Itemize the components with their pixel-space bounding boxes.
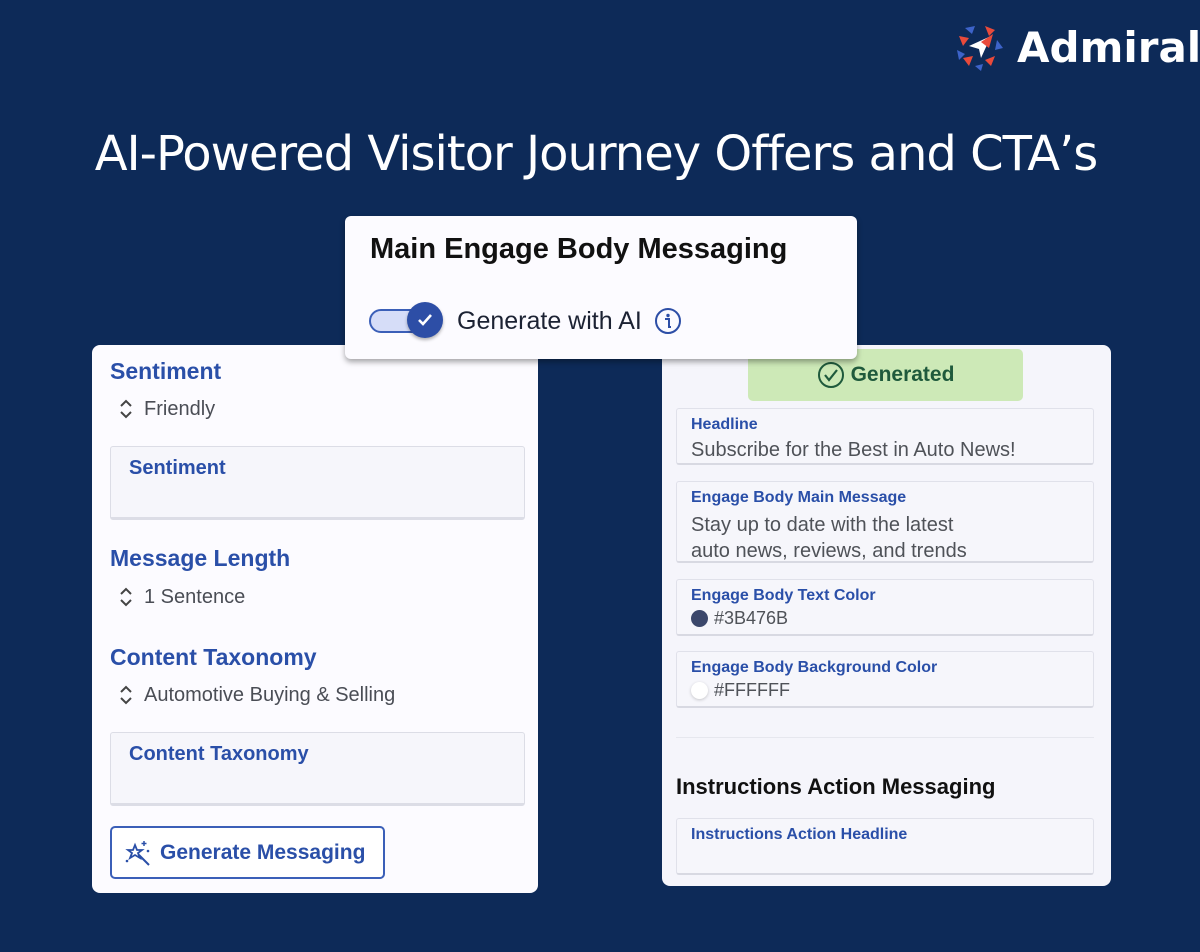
message-length-selected: 1 Sentence bbox=[144, 585, 246, 608]
instructions-headline-label: Instructions Action Headline bbox=[691, 826, 908, 843]
sentiment-select[interactable]: Friendly bbox=[118, 397, 215, 421]
main-engage-card: Main Engage Body Messaging Generate with… bbox=[345, 216, 857, 359]
headline-field[interactable]: Headline Subscribe for the Best in Auto … bbox=[676, 408, 1094, 465]
generate-messaging-label: Generate Messaging bbox=[160, 840, 366, 864]
chevron-up-down-icon bbox=[120, 587, 132, 607]
background-color-field[interactable]: Engage Body Background Color #FFFFFF bbox=[676, 651, 1094, 708]
main-message-field-label: Engage Body Main Message bbox=[691, 489, 907, 506]
generated-status-label: Generated bbox=[850, 363, 955, 386]
background-color-value: #FFFFFF bbox=[714, 680, 790, 700]
content-taxonomy-field[interactable]: Content Taxonomy bbox=[110, 732, 525, 806]
page-headline: AI-Powered Visitor Journey Offers and CT… bbox=[94, 126, 1099, 182]
toggle-knob bbox=[407, 302, 443, 338]
sentiment-selected: Friendly bbox=[144, 397, 216, 420]
headline-field-value: Subscribe for the Best in Auto News! bbox=[691, 439, 1016, 461]
sentiment-field-label: Sentiment bbox=[129, 457, 226, 479]
text-color-swatch[interactable] bbox=[691, 610, 708, 627]
admiral-logo-icon bbox=[957, 26, 1003, 71]
generate-with-ai-row: Generate with AI bbox=[369, 302, 682, 340]
section-divider bbox=[676, 737, 1094, 738]
check-circle-icon bbox=[817, 362, 844, 388]
main-message-line-1: Stay up to date with the latest bbox=[691, 514, 954, 536]
chevron-up-down-icon bbox=[120, 399, 132, 419]
message-length-select[interactable]: 1 Sentence bbox=[118, 585, 245, 609]
chevron-up-down-icon bbox=[120, 685, 132, 705]
headline-field-label: Headline bbox=[691, 416, 758, 433]
ai-settings-panel: Sentiment Friendly Sentiment Message Len… bbox=[92, 345, 538, 893]
main-message-line-2: auto news, reviews, and trends bbox=[691, 540, 967, 562]
message-length-title: Message Length bbox=[110, 545, 291, 571]
background-color-field-label: Engage Body Background Color bbox=[691, 659, 938, 676]
main-message-field[interactable]: Engage Body Main Message Stay up to date… bbox=[676, 481, 1094, 563]
admiral-logo: Admiral bbox=[955, 22, 1200, 72]
generate-messaging-button[interactable]: Generate Messaging bbox=[110, 826, 385, 879]
check-icon bbox=[418, 314, 432, 326]
instructions-heading: Instructions Action Messaging bbox=[676, 774, 996, 799]
background-color-swatch[interactable] bbox=[691, 682, 708, 699]
generated-content-panel: Generated Headline Subscribe for the Bes… bbox=[662, 345, 1111, 886]
text-color-field[interactable]: Engage Body Text Color #3B476B bbox=[676, 579, 1094, 636]
text-color-value: #3B476B bbox=[714, 608, 789, 628]
sentiment-title: Sentiment bbox=[110, 358, 222, 384]
magic-wand-icon bbox=[125, 840, 150, 866]
content-taxonomy-title: Content Taxonomy bbox=[110, 644, 317, 670]
generate-with-ai-toggle[interactable] bbox=[369, 302, 445, 340]
brand-name: Admiral bbox=[1017, 22, 1200, 72]
info-icon[interactable] bbox=[654, 307, 682, 335]
generate-with-ai-label: Generate with AI bbox=[457, 306, 642, 335]
content-taxonomy-select[interactable]: Automotive Buying & Selling bbox=[118, 683, 395, 707]
content-taxonomy-field-label: Content Taxonomy bbox=[129, 743, 309, 765]
main-engage-title: Main Engage Body Messaging bbox=[370, 233, 788, 265]
sentiment-field[interactable]: Sentiment bbox=[110, 446, 525, 520]
instructions-headline-field[interactable]: Instructions Action Headline bbox=[676, 818, 1094, 875]
text-color-field-label: Engage Body Text Color bbox=[691, 587, 876, 604]
content-taxonomy-selected: Automotive Buying & Selling bbox=[144, 683, 396, 706]
